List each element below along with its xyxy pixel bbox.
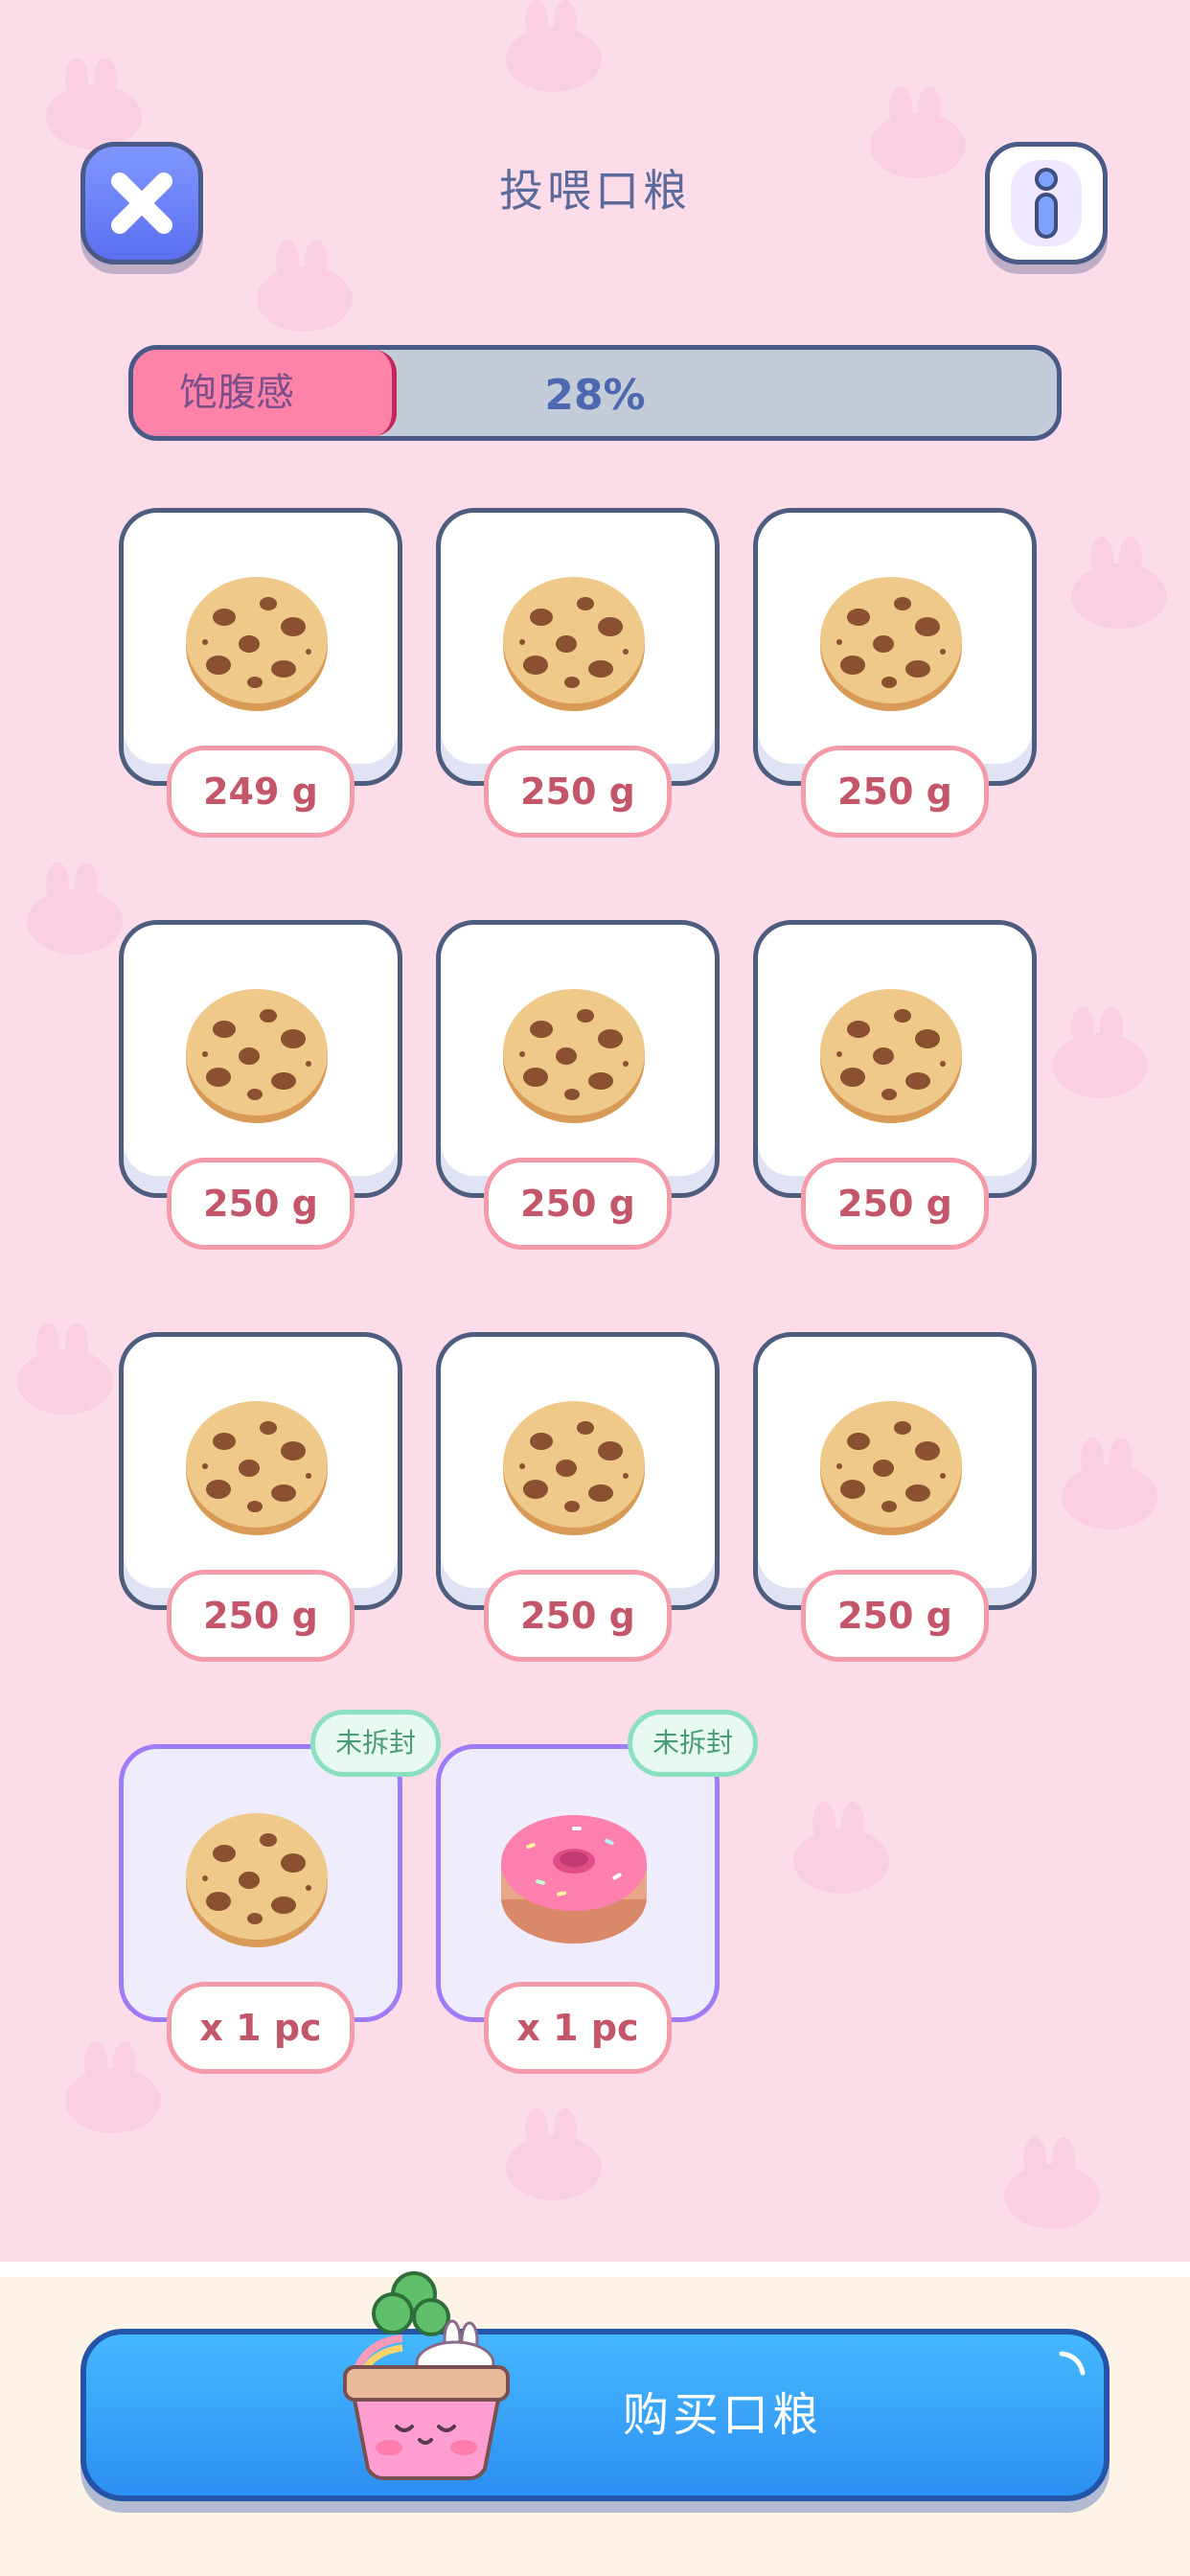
- page-title: 投喂口粮: [499, 165, 691, 217]
- food-quantity: x 1 pc: [484, 1982, 672, 2074]
- food-quantity: 250 g: [484, 1158, 672, 1250]
- food-item[interactable]: 250 g: [753, 920, 1037, 1250]
- sealed-badge: 未拆封: [628, 1710, 758, 1777]
- fullness-meter: 饱腹感 28%: [128, 345, 1062, 441]
- food-item[interactable]: 250 g: [753, 508, 1037, 838]
- cookie-icon: [820, 577, 962, 711]
- buy-food-label: 购买口粮: [623, 2388, 823, 2442]
- food-item[interactable]: 250 g: [119, 1332, 402, 1662]
- donut-icon: [501, 1815, 647, 1944]
- food-item[interactable]: 250 g: [753, 1332, 1037, 1662]
- food-quantity: 250 g: [801, 1570, 989, 1662]
- cookie-icon: [820, 989, 962, 1123]
- info-icon: [1011, 160, 1082, 246]
- food-item[interactable]: 250 g: [436, 920, 720, 1250]
- cookie-icon: [503, 1401, 645, 1535]
- food-quantity: 250 g: [484, 1570, 672, 1662]
- cookie-icon: [186, 577, 328, 711]
- food-quantity: 250 g: [801, 1158, 989, 1250]
- fullness-percent: 28%: [544, 371, 646, 420]
- bunny-icon: [506, 2108, 602, 2200]
- close-button[interactable]: [80, 142, 203, 264]
- bunny-icon: [65, 2041, 161, 2133]
- sealed-badge: 未拆封: [310, 1710, 441, 1777]
- bunny-icon: [46, 58, 142, 150]
- food-item[interactable]: 249 g: [119, 508, 402, 838]
- bunny-icon: [257, 240, 353, 332]
- close-icon: [111, 172, 172, 234]
- info-button[interactable]: [985, 142, 1108, 264]
- bunny-icon: [870, 86, 966, 178]
- bunny-icon: [27, 862, 123, 954]
- cookie-icon: [820, 1401, 962, 1535]
- cookie-icon: [186, 989, 328, 1123]
- food-item[interactable]: 250 g: [436, 508, 720, 838]
- cookie-icon: [503, 577, 645, 711]
- shine-icon: [1059, 2351, 1086, 2376]
- food-quantity: x 1 pc: [167, 1982, 355, 2074]
- food-quantity: 250 g: [801, 746, 989, 838]
- food-item[interactable]: 250 g: [119, 920, 402, 1250]
- bunny-icon: [1071, 537, 1167, 629]
- food-item[interactable]: x 1 pc 未拆封: [119, 1710, 441, 2074]
- food-quantity: 249 g: [167, 746, 355, 838]
- food-quantity: 250 g: [167, 1570, 355, 1662]
- buy-food-button[interactable]: 购买口粮: [80, 2329, 1110, 2501]
- bunny-icon: [17, 1322, 113, 1414]
- food-quantity: 250 g: [484, 746, 672, 838]
- food-item[interactable]: x 1 pc 未拆封: [436, 1710, 758, 2074]
- food-quantity: 250 g: [167, 1158, 355, 1250]
- cookie-icon: [186, 1401, 328, 1535]
- food-grid: 249 g 250 g 250 g 250 g 250 g 250 g 250 …: [119, 508, 1077, 2074]
- bunny-icon: [506, 0, 602, 92]
- cookie-icon: [186, 1813, 328, 1947]
- bunny-flowerpot-mascot-icon: [343, 2271, 510, 2480]
- bunny-icon: [1004, 2137, 1100, 2229]
- food-item[interactable]: 250 g: [436, 1332, 720, 1662]
- cookie-icon: [503, 989, 645, 1123]
